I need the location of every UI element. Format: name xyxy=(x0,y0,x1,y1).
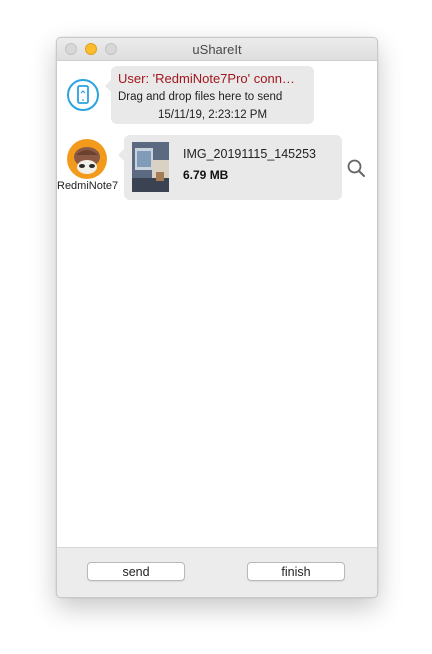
search-icon[interactable] xyxy=(346,158,366,178)
file-message-bubble[interactable]: IMG_20191115_145253 6.79 MB xyxy=(118,135,342,200)
phone-icon xyxy=(67,79,99,111)
message-area: User: 'RedmiNote7Pro' conn… Drag and dro… xyxy=(57,61,377,547)
finish-button[interactable]: finish xyxy=(247,562,345,581)
avatar xyxy=(67,139,107,179)
connection-status-text: User: 'RedmiNote7Pro' conn… xyxy=(118,71,295,86)
file-size: 6.79 MB xyxy=(183,168,229,182)
sender-name: RedmiNote7 xyxy=(57,180,119,192)
title-bar: uShareIt xyxy=(57,38,377,61)
connection-message-bubble: User: 'RedmiNote7Pro' conn… Drag and dro… xyxy=(105,66,314,124)
bottom-toolbar: send finish xyxy=(57,547,377,597)
image-thumbnail[interactable] xyxy=(132,142,169,192)
app-window: uShareIt User: 'RedmiNote7Pro' conn… Dra… xyxy=(56,37,378,598)
send-button[interactable]: send xyxy=(87,562,185,581)
file-name: IMG_20191115_145253 xyxy=(183,147,316,161)
window-title: uShareIt xyxy=(192,42,242,57)
drag-drop-hint: Drag and drop files here to send xyxy=(118,91,283,103)
message-timestamp: 15/11/19, 2:23:12 PM xyxy=(157,109,268,121)
